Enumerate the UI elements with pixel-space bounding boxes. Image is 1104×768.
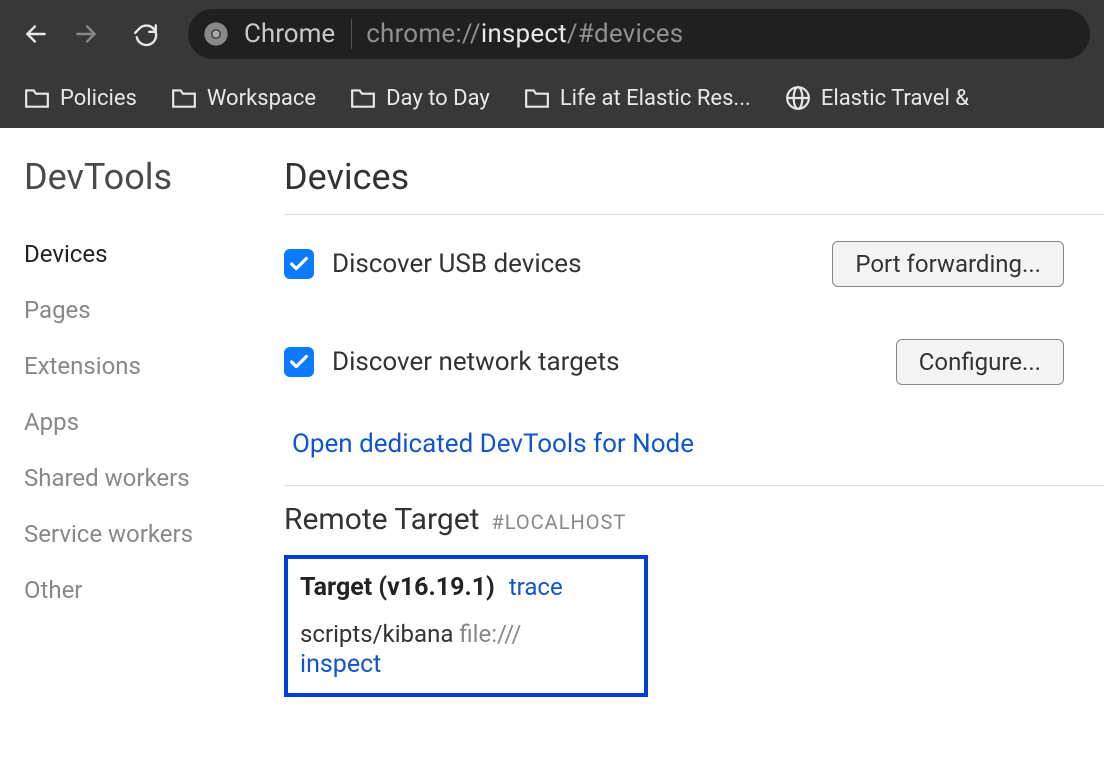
sidebar-item-other[interactable]: Other [24,562,274,618]
target-box: Target (v16.19.1) trace scripts/kibana f… [284,555,648,697]
target-name: Target (v16.19.1) [300,573,495,602]
reload-button[interactable] [124,12,168,56]
option-network-targets: Discover network targets Configure... [284,313,1104,411]
folder-icon [171,87,197,109]
check-icon [288,351,310,373]
bookmark-life-at-elastic[interactable]: Life at Elastic Res... [510,80,765,117]
sidebar-item-shared-workers[interactable]: Shared workers [24,450,274,506]
checkbox-usb-devices[interactable] [284,249,314,279]
bookmarks-bar: Policies Workspace Day to Day Life at El… [0,68,1104,128]
option-label: Discover network targets [332,347,620,377]
chrome-icon [202,20,230,48]
bookmark-policies[interactable]: Policies [10,80,151,117]
page-title: Devices [284,156,1104,198]
toolbar: Chrome chrome://inspect/#devices [0,0,1104,68]
port-forwarding-button[interactable]: Port forwarding... [832,241,1064,287]
option-label: Discover USB devices [332,249,582,279]
remote-target-sub: #LOCALHOST [491,510,626,534]
forward-button[interactable] [64,12,108,56]
remote-target-heading: Remote Target #LOCALHOST [284,502,1104,537]
folder-icon [24,87,50,109]
bookmark-elastic-travel[interactable]: Elastic Travel & [771,79,983,117]
trace-link[interactable]: trace [509,573,563,601]
sidebar: DevTools Devices Pages Extensions Apps S… [24,156,274,697]
sidebar-item-apps[interactable]: Apps [24,394,274,450]
sidebar-title: DevTools [24,156,274,198]
sidebar-item-pages[interactable]: Pages [24,282,274,338]
main-panel: Devices Discover USB devices Port forwar… [274,156,1104,697]
sidebar-item-devices[interactable]: Devices [24,226,274,282]
back-button[interactable] [14,12,58,56]
folder-icon [524,87,550,109]
bookmark-workspace[interactable]: Workspace [157,80,330,117]
divider [284,485,1104,486]
globe-icon [785,85,811,111]
configure-button[interactable]: Configure... [896,339,1064,385]
address-bar[interactable]: Chrome chrome://inspect/#devices [188,9,1090,59]
open-node-devtools-link[interactable]: Open dedicated DevTools for Node [292,429,694,459]
option-usb-devices: Discover USB devices Port forwarding... [284,215,1104,313]
page-content: DevTools Devices Pages Extensions Apps S… [0,128,1104,697]
bookmark-day-to-day[interactable]: Day to Day [336,80,504,117]
checkbox-network-targets[interactable] [284,347,314,377]
sidebar-item-extensions[interactable]: Extensions [24,338,274,394]
check-icon [288,253,310,275]
sidebar-item-service-workers[interactable]: Service workers [24,506,274,562]
browser-chrome: Chrome chrome://inspect/#devices Policie… [0,0,1104,128]
folder-icon [350,87,376,109]
address-url: chrome://inspect/#devices [366,19,683,49]
address-browser-label: Chrome [244,19,352,49]
inspect-link[interactable]: inspect [300,650,381,679]
target-path: scripts/kibana file:/// [300,620,634,648]
